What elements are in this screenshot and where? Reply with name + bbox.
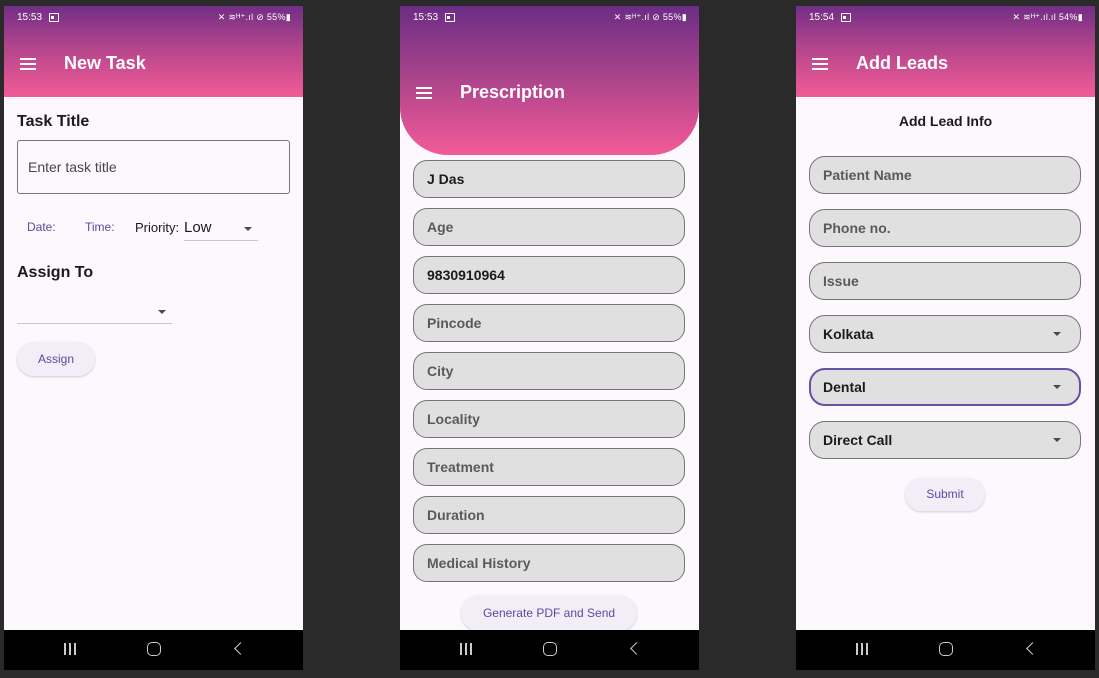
medical-history-field[interactable]: Medical History <box>413 544 685 582</box>
priority-label: Priority: <box>135 220 180 235</box>
system-status-icons: ✕ ≋ᴴ⁺.ıl ⊘ 55%▮ <box>613 12 687 22</box>
submit-button[interactable]: Submit <box>905 478 985 511</box>
phone-field[interactable]: 9830910964 <box>413 256 685 294</box>
status-bar: 15:53 ✕ ≋ᴴ⁺.ıl ⊘ 55%▮ <box>400 12 699 26</box>
city-field[interactable]: City <box>413 352 685 390</box>
gallery-notification-icon <box>445 13 455 22</box>
recents-icon[interactable] <box>64 643 77 655</box>
add-leads-screen: 15:54 ✕ ≋ᴴ⁺.ıl.ıl 54%▮ Add Leads Add Lea… <box>796 6 1095 670</box>
priority-dropdown[interactable]: Low <box>184 216 258 241</box>
app-bar: 15:53 ✕ ≋ᴴ⁺.ıl ⊘ 55%▮ New Task <box>4 6 303 97</box>
status-time: 15:53 <box>17 12 43 23</box>
source-dropdown[interactable]: Direct Call <box>809 421 1081 459</box>
recents-icon[interactable] <box>460 643 473 655</box>
department-dropdown[interactable]: Dental <box>809 368 1081 406</box>
chevron-down-icon <box>244 227 252 231</box>
page-title: New Task <box>64 53 146 73</box>
gallery-notification-icon <box>841 13 851 22</box>
name-field[interactable]: J Das <box>413 160 685 198</box>
treatment-field[interactable]: Treatment <box>413 448 685 486</box>
system-status-icons: ✕ ≋ᴴ⁺.ıl.ıl 54%▮ <box>1012 12 1083 22</box>
status-bar: 15:53 ✕ ≋ᴴ⁺.ıl ⊘ 55%▮ <box>4 12 303 26</box>
age-field[interactable]: Age <box>413 208 685 246</box>
time-picker-button[interactable]: Time: <box>85 220 115 234</box>
home-icon[interactable] <box>939 642 953 656</box>
source-value: Direct Call <box>823 432 893 448</box>
form-heading: Add Lead Info <box>898 113 993 129</box>
assignee-dropdown[interactable] <box>17 300 172 324</box>
status-time: 15:53 <box>413 12 439 23</box>
priority-value: Low <box>184 219 212 236</box>
task-title-input[interactable] <box>17 140 290 194</box>
menu-icon[interactable] <box>812 58 828 70</box>
new-task-screen: 15:53 ✕ ≋ᴴ⁺.ıl ⊘ 55%▮ New Task Task Titl… <box>4 6 303 670</box>
app-bar: 15:54 ✕ ≋ᴴ⁺.ıl.ıl 54%▮ Add Leads <box>796 6 1095 97</box>
status-bar: 15:54 ✕ ≋ᴴ⁺.ıl.ıl 54%▮ <box>796 12 1095 26</box>
city-value: Kolkata <box>823 326 874 342</box>
status-time: 15:54 <box>809 12 835 23</box>
gallery-notification-icon <box>49 13 59 22</box>
assign-to-label: Assign To <box>17 264 94 281</box>
pincode-field[interactable]: Pincode <box>413 304 685 342</box>
home-icon[interactable] <box>147 642 161 656</box>
home-icon[interactable] <box>543 642 557 656</box>
page-title: Prescription <box>460 82 566 102</box>
phone-field[interactable]: Phone no. <box>809 209 1081 247</box>
app-bar: 15:53 ✕ ≋ᴴ⁺.ıl ⊘ 55%▮ Prescription <box>400 6 699 155</box>
system-nav-bar <box>400 630 699 670</box>
issue-field[interactable]: Issue <box>809 262 1081 300</box>
recents-icon[interactable] <box>856 643 869 655</box>
system-nav-bar <box>796 630 1095 670</box>
locality-field[interactable]: Locality <box>413 400 685 438</box>
system-status-icons: ✕ ≋ᴴ⁺.ıl ⊘ 55%▮ <box>217 12 291 22</box>
chevron-down-icon <box>1053 332 1061 336</box>
assign-button[interactable]: Assign <box>17 342 95 376</box>
city-dropdown[interactable]: Kolkata <box>809 315 1081 353</box>
back-icon[interactable] <box>1026 642 1039 655</box>
system-nav-bar <box>4 630 303 670</box>
back-icon[interactable] <box>234 642 247 655</box>
generate-pdf-button[interactable]: Generate PDF and Send <box>461 595 637 631</box>
menu-icon[interactable] <box>20 58 36 70</box>
page-title: Add Leads <box>856 53 949 73</box>
back-icon[interactable] <box>630 642 643 655</box>
duration-field[interactable]: Duration <box>413 496 685 534</box>
menu-icon[interactable] <box>416 87 432 99</box>
prescription-screen: 15:53 ✕ ≋ᴴ⁺.ıl ⊘ 55%▮ Prescription J Das… <box>400 6 699 670</box>
patient-name-field[interactable]: Patient Name <box>809 156 1081 194</box>
chevron-down-icon <box>1053 438 1061 442</box>
chevron-down-icon <box>1053 385 1061 389</box>
task-title-label: Task Title <box>17 113 90 130</box>
date-picker-button[interactable]: Date: <box>27 220 56 234</box>
department-value: Dental <box>823 379 866 395</box>
chevron-down-icon <box>158 310 166 314</box>
